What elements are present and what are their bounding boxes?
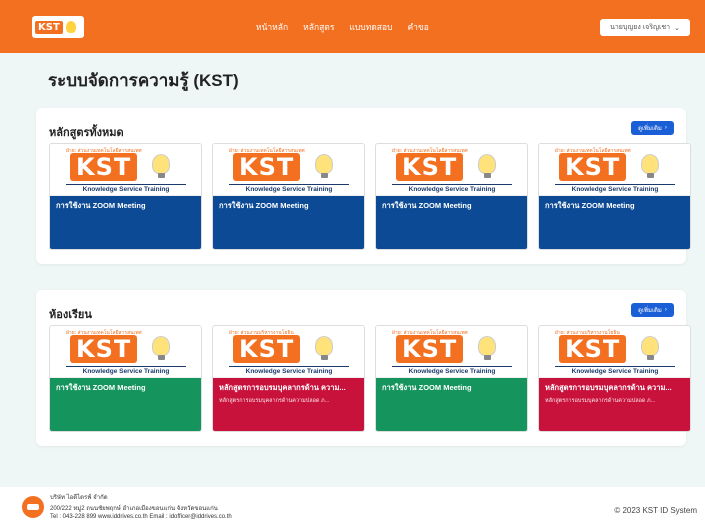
top-navbar: KST หน้าหลัก หลักสูตร แบบทดสอบ คำขอ นายบ… — [0, 0, 705, 53]
card-body: การใช้งาน ZOOM Meeting — [50, 378, 201, 431]
lightbulb-icon — [315, 154, 333, 178]
nav-link-requests[interactable]: คำขอ — [407, 20, 428, 34]
course-thumbnail: ฝ่าย: ส่วนงานเทคโนโลยีสารสนเทศ KST Knowl… — [50, 144, 201, 196]
lightbulb-icon — [641, 336, 659, 360]
course-cards: ฝ่าย: ส่วนงานเทคโนโลยีสารสนเทศ KST Knowl… — [49, 143, 691, 250]
thumbnail-tagline: Knowledge Service Training — [392, 184, 512, 193]
nav-link-quizzes[interactable]: แบบทดสอบ — [349, 20, 392, 34]
card-title: การใช้งาน ZOOM Meeting — [382, 201, 472, 210]
card-body: การใช้งาน ZOOM Meeting — [539, 196, 690, 249]
card-title: การใช้งาน ZOOM Meeting — [382, 383, 472, 392]
thumbnail-logo: KST — [396, 335, 464, 363]
thumbnail-logo: KST — [559, 153, 627, 181]
course-thumbnail: ฝ่าย: ส่วนงานเทคโนโลยีสารสนเทศ KST Knowl… — [539, 144, 690, 196]
card-title: หลักสูตรการอบรมบุคลากรด้าน ความ... — [545, 383, 672, 392]
chevron-right-icon: › — [664, 125, 667, 131]
thumbnail-logo: KST — [70, 335, 138, 363]
footer-address: 200/222 หมู่2 ถนนชัยพฤกษ์ อำเภอเมืองขอนแ… — [50, 506, 218, 512]
thumbnail-tagline: Knowledge Service Training — [229, 184, 349, 193]
card-body: การใช้งาน ZOOM Meeting — [376, 196, 527, 249]
footer: บริษัท ไอดีไดรฟ์ จำกัด 200/222 หมู่2 ถนน… — [0, 487, 705, 527]
classroom-card[interactable]: ฝ่าย: ส่วนงานเทคโนโลยีสารสนเทศ KST Knowl… — [375, 325, 528, 432]
card-body: การใช้งาน ZOOM Meeting — [213, 196, 364, 249]
lightbulb-icon — [65, 21, 76, 33]
course-thumbnail: ฝ่าย: ส่วนงานเทคโนโลยีสารสนเทศ KST Knowl… — [213, 144, 364, 196]
classroom-cards: ฝ่าย: ส่วนงานเทคโนโลยีสารสนเทศ KST Knowl… — [49, 325, 691, 432]
chevron-down-icon: ⌄ — [674, 24, 680, 32]
company-logo — [22, 496, 44, 518]
course-thumbnail: ฝ่าย: ส่วนงานบริหารงานโยธิน KST Knowledg… — [539, 326, 690, 378]
user-menu-button[interactable]: นายบุญยง เจริญเชา ⌄ — [600, 19, 690, 36]
section-title: ห้องเรียน — [49, 309, 92, 321]
thumbnail-logo: KST — [396, 153, 464, 181]
card-body: การใช้งาน ZOOM Meeting — [376, 378, 527, 431]
course-thumbnail: ฝ่าย: ส่วนงานบริหารงานโยธิน KST Knowledg… — [213, 326, 364, 378]
card-body: การใช้งาน ZOOM Meeting — [50, 196, 201, 249]
course-thumbnail: ฝ่าย: ส่วนงานเทคโนโลยีสารสนเทศ KST Knowl… — [50, 326, 201, 378]
user-name: นายบุญยง เจริญเชา — [610, 24, 671, 31]
logo-text: KST — [35, 20, 63, 34]
classrooms-panel: ห้องเรียน ดูเพิ่มเติม › ฝ่าย: ส่วนงานเทค… — [36, 290, 691, 446]
card-body: หลักสูตรการอบรมบุคลากรด้าน ความ... หลักส… — [539, 378, 690, 431]
card-description: หลักสูตรการอบรมบุคลากรด้านความปลอด ภ... — [545, 398, 656, 404]
thumbnail-tagline: Knowledge Service Training — [229, 366, 349, 375]
nav-links: หน้าหลัก หลักสูตร แบบทดสอบ คำขอ — [256, 20, 429, 34]
chevron-right-icon: › — [664, 307, 667, 313]
classroom-card[interactable]: ฝ่าย: ส่วนงานบริหารงานโยธิน KST Knowledg… — [538, 325, 691, 432]
section-title: หลักสูตรทั้งหมด — [49, 127, 124, 139]
kst-logo[interactable]: KST — [32, 16, 84, 38]
course-card[interactable]: ฝ่าย: ส่วนงานเทคโนโลยีสารสนเทศ KST Knowl… — [538, 143, 691, 250]
footer-contact: Tel : 043-228 899 www.iddrives.co.th Ema… — [50, 514, 232, 520]
nav-link-home[interactable]: หน้าหลัก — [256, 20, 288, 34]
thumbnail-tagline: Knowledge Service Training — [66, 184, 186, 193]
lightbulb-icon — [641, 154, 659, 178]
classroom-card[interactable]: ฝ่าย: ส่วนงานบริหารงานโยธิน KST Knowledg… — [212, 325, 365, 432]
course-thumbnail: ฝ่าย: ส่วนงานเทคโนโลยีสารสนเทศ KST Knowl… — [376, 144, 527, 196]
see-more-label: ดูเพิ่มเติม — [638, 126, 662, 132]
course-card[interactable]: ฝ่าย: ส่วนงานเทคโนโลยีสารสนเทศ KST Knowl… — [375, 143, 528, 250]
card-title: การใช้งาน ZOOM Meeting — [545, 201, 635, 210]
course-card[interactable]: ฝ่าย: ส่วนงานเทคโนโลยีสารสนเทศ KST Knowl… — [49, 143, 202, 250]
see-more-label: ดูเพิ่มเติม — [638, 308, 662, 314]
card-title: หลักสูตรการอบรมบุคลากรด้าน ความ... — [219, 383, 346, 392]
card-title: การใช้งาน ZOOM Meeting — [56, 383, 146, 392]
card-body: หลักสูตรการอบรมบุคลากรด้าน ความ... หลักส… — [213, 378, 364, 431]
footer-copyright: © 2023 KST ID System — [614, 506, 697, 515]
card-description: หลักสูตรการอบรมบุคลากรด้านความปลอด ภ... — [219, 398, 330, 404]
lightbulb-icon — [478, 154, 496, 178]
course-thumbnail: ฝ่าย: ส่วนงานเทคโนโลยีสารสนเทศ KST Knowl… — [376, 326, 527, 378]
lightbulb-icon — [152, 154, 170, 178]
thumbnail-tagline: Knowledge Service Training — [392, 366, 512, 375]
thumbnail-logo: KST — [233, 153, 301, 181]
course-card[interactable]: ฝ่าย: ส่วนงานเทคโนโลยีสารสนเทศ KST Knowl… — [212, 143, 365, 250]
lightbulb-icon — [152, 336, 170, 360]
thumbnail-tagline: Knowledge Service Training — [66, 366, 186, 375]
thumbnail-logo: KST — [70, 153, 138, 181]
thumbnail-logo: KST — [233, 335, 301, 363]
classroom-card[interactable]: ฝ่าย: ส่วนงานเทคโนโลยีสารสนเทศ KST Knowl… — [49, 325, 202, 432]
page-title: ระบบจัดการความรู้ (KST) — [48, 71, 239, 90]
see-more-button[interactable]: ดูเพิ่มเติม › — [631, 303, 674, 317]
thumbnail-tagline: Knowledge Service Training — [555, 366, 675, 375]
see-more-button[interactable]: ดูเพิ่มเติม › — [631, 121, 674, 135]
thumbnail-tagline: Knowledge Service Training — [555, 184, 675, 193]
card-title: การใช้งาน ZOOM Meeting — [56, 201, 146, 210]
footer-company: บริษัท ไอดีไดรฟ์ จำกัด — [50, 495, 108, 501]
lightbulb-icon — [315, 336, 333, 360]
all-courses-panel: หลักสูตรทั้งหมด ดูเพิ่มเติม › ฝ่าย: ส่วน… — [36, 108, 691, 264]
card-title: การใช้งาน ZOOM Meeting — [219, 201, 309, 210]
lightbulb-icon — [478, 336, 496, 360]
thumbnail-logo: KST — [559, 335, 627, 363]
nav-link-courses[interactable]: หลักสูตร — [303, 20, 334, 34]
